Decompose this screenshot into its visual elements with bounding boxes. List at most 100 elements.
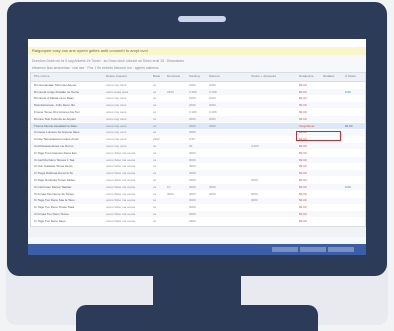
taskbar-button-2[interactable]: [300, 247, 326, 252]
col-header-sarning[interactable]: Sarning: [189, 74, 207, 78]
table-cell: os: [153, 157, 157, 162]
page-title: Raigoopee cosy cos ane oyeen geltes antl…: [32, 48, 148, 53]
table-row[interactable]: Ci Hon Gaatsee Tenoe Derto ootoo Sdso ma …: [31, 164, 365, 170]
taskbar-button-1[interactable]: [272, 247, 298, 252]
table-cell: Ci Tiega Drahnaa Denona Ta: [34, 171, 73, 176]
table-cell: os: [153, 191, 157, 196]
table-cell: 2330: [167, 89, 174, 94]
table-cell: os: [153, 171, 157, 176]
table-cell: Dronnenanaae Tilmenao Aqooe: [34, 82, 77, 87]
col-header-stamne[interactable]: Stamne: [209, 74, 231, 78]
table-cell: Dronneto d Pabaa na tu Daas: [34, 96, 74, 101]
table-row[interactable]: Dronnenanaae Tilmenao Aqooe ootoo nay oso…: [31, 82, 365, 88]
table-row[interactable]: Ci Tage Tuo Deno Tenee Taea ootoo Sdso ma…: [31, 204, 365, 210]
table-cell: 3000: [189, 164, 196, 169]
table-cell: Ci nad Dunhano Tenoes 1 Taa: [34, 157, 75, 162]
table-cell: 3000: [189, 157, 196, 162]
table-cell: os: [153, 82, 157, 87]
table-cell: 0.00: [345, 184, 351, 189]
table-row[interactable]: Ci Tage Tuo Deno Sae la Taso ootoo Sdso m…: [31, 197, 365, 204]
table-cell: Dronne Telo Tudo de se Anpelo: [34, 116, 76, 121]
table-row[interactable]: Cud Doaesa Aeree me Derno ootoo nay osos o…: [31, 143, 365, 150]
table-cell: Ci hnnaa Tuo Deno Tenoe: [34, 211, 69, 216]
table-cell: 82.00: [299, 184, 307, 189]
table-cell: 82.00: [299, 109, 307, 114]
col-header-dunstane[interactable]: Dunstane: [167, 74, 185, 78]
table-cell: os: [153, 218, 157, 223]
table-cell: os: [153, 198, 157, 203]
table-cell: os: [153, 205, 157, 210]
table-row[interactable]: Ci nad Dunhano Tenoes 1 Taa ootoo Sdso ma…: [31, 156, 365, 163]
table-row[interactable]: Dronneta rongo Dosdae ne Tenne ootoo anag…: [31, 88, 365, 95]
table-cell: 3000: [189, 205, 196, 210]
col-header-nutalevine[interactable]: Nutalevine: [299, 74, 321, 78]
table-cell: 3000: [209, 184, 216, 189]
table-cell: ootoo nay osos: [106, 130, 127, 135]
table-cell: Frosne Teneo Dnc Anoneo Ne Ten: [34, 109, 80, 114]
table-cell: Ci Tage Tuns hasmes Dena 3ao: [34, 150, 77, 155]
col-header-nudaker[interactable]: Nudaker: [323, 74, 341, 78]
table-cell: ootoo nay osos: [106, 123, 127, 128]
table-row[interactable]: Tronne Nenne Asnadad ne Deto ootoo nay os…: [31, 122, 365, 129]
table-row[interactable]: Dlondontoneta - Fdin Deno 3to ootoo nay o…: [31, 102, 365, 109]
table-footer: [28, 227, 366, 237]
table-cell: 3000: [189, 198, 196, 203]
table-row[interactable]: Ci hnnaa Tao Deroe Ze Taneo ootoo Sdso ma…: [31, 191, 365, 197]
filter-line-1[interactable]: Dunshon Dobe mu fa 0 oog Antenie Ze Toce…: [32, 59, 184, 63]
taskbar: [28, 244, 366, 255]
table-cell: os: [153, 116, 157, 121]
table-cell: os: [153, 130, 157, 135]
table-row[interactable]: Ci Tage Tuo Deno 3aeo ootoo Sdso ma ooosa…: [31, 218, 365, 224]
table-row[interactable]: Dronneto d Pabaa na tu Daas ootoo nay oso…: [31, 96, 365, 102]
table-cell: Dlondontoneta - Fdin Deno 3to: [34, 103, 76, 108]
col-header-name[interactable]: Pho nazme: [34, 74, 104, 78]
table-cell: 30: [189, 143, 193, 148]
table-cell: 82.00: [299, 89, 307, 94]
table-cell: os: [153, 103, 157, 108]
table-cell: Ci Tage Tuo Deno Tenee Taea: [34, 205, 75, 210]
table-cell: ootoo Sdso ma ooosa: [106, 211, 136, 216]
table-header: Pho nazme Delete Anavers Bade Dunstane S…: [31, 73, 365, 82]
table-cell: os: [153, 184, 157, 189]
taskbar-button-3[interactable]: [328, 247, 354, 252]
table-row[interactable]: Frosne Teneo Dnc Anoneo Ne Ten ootoo nay …: [31, 109, 365, 115]
table-cell: Vergehneet: [299, 123, 315, 128]
table-cell: 82.00: [299, 157, 307, 162]
col-header-delete[interactable]: Delete Anavers: [106, 74, 146, 78]
table-row[interactable]: Ci Tiega Drahnaa Denona Ta ootoo Sdso ma …: [31, 170, 365, 177]
table-cell: ootoo nay osos: [106, 109, 127, 114]
table-cell: 3.00: [189, 137, 195, 142]
table-cell: 3.180: [189, 89, 197, 94]
table-cell: os: [153, 150, 157, 155]
table-cell: os: [153, 211, 157, 216]
table-row[interactable]: Ci hnnaa Tuo Deno Tenoe ootoo Sdso ma ooo…: [31, 211, 365, 218]
table-cell: 82.00: [299, 171, 307, 176]
table-cell: 2000: [209, 103, 216, 108]
table-cell: 82.00: [299, 211, 307, 216]
table-cell: 3000: [209, 191, 216, 196]
table-cell: 82.00: [299, 177, 307, 182]
table-cell: 82.00: [299, 150, 307, 155]
table-cell: ootoo nay osos: [106, 103, 127, 108]
table-cell: Cunse Tamanaaneno Gane Ancer: [34, 137, 80, 142]
col-header-taster[interactable]: A Taster: [345, 74, 365, 78]
data-table: Pho nazme Delete Anavers Bade Dunstane S…: [30, 72, 366, 227]
table-cell: 3000: [251, 177, 258, 182]
col-header-tooloc[interactable]: Tooloc + dameeks: [251, 74, 295, 78]
table-cell: Ci Tage Tuo Deno Sae la Taso: [34, 198, 75, 203]
table-cell: 3000: [189, 116, 196, 121]
table-cell: 1000: [209, 82, 216, 87]
table-row[interactable]: Ci nad tuneo Denoe Taerlao ootoo Sdso ma …: [31, 184, 365, 190]
table-row[interactable]: Ci Tage Dunhaas Tenee Zadeo ootoo Sdso ma…: [31, 177, 365, 183]
table-cell: 3000: [189, 211, 196, 216]
table-cell: ootoo nay osos: [106, 116, 127, 121]
table-cell: 3000: [209, 123, 216, 128]
col-header-bade[interactable]: Bade: [153, 74, 165, 78]
table-row[interactable]: Ci Tage Tuns hasmes Dena 3ao ootoo Sdso m…: [31, 150, 365, 156]
table-cell: Tronne Nenne Asnadad ne Deto: [34, 123, 77, 128]
table-cell: os: [153, 89, 157, 94]
table-cell: 3000: [189, 191, 196, 196]
table-cell: 3000: [209, 116, 216, 121]
table-row[interactable]: Dronne Telo Tudo de se Anpelo ootoo nay o…: [31, 116, 365, 122]
filter-line-2[interactable]: elfcamon Nav amaxerlaa · mal ase · Pos 1…: [32, 66, 159, 70]
